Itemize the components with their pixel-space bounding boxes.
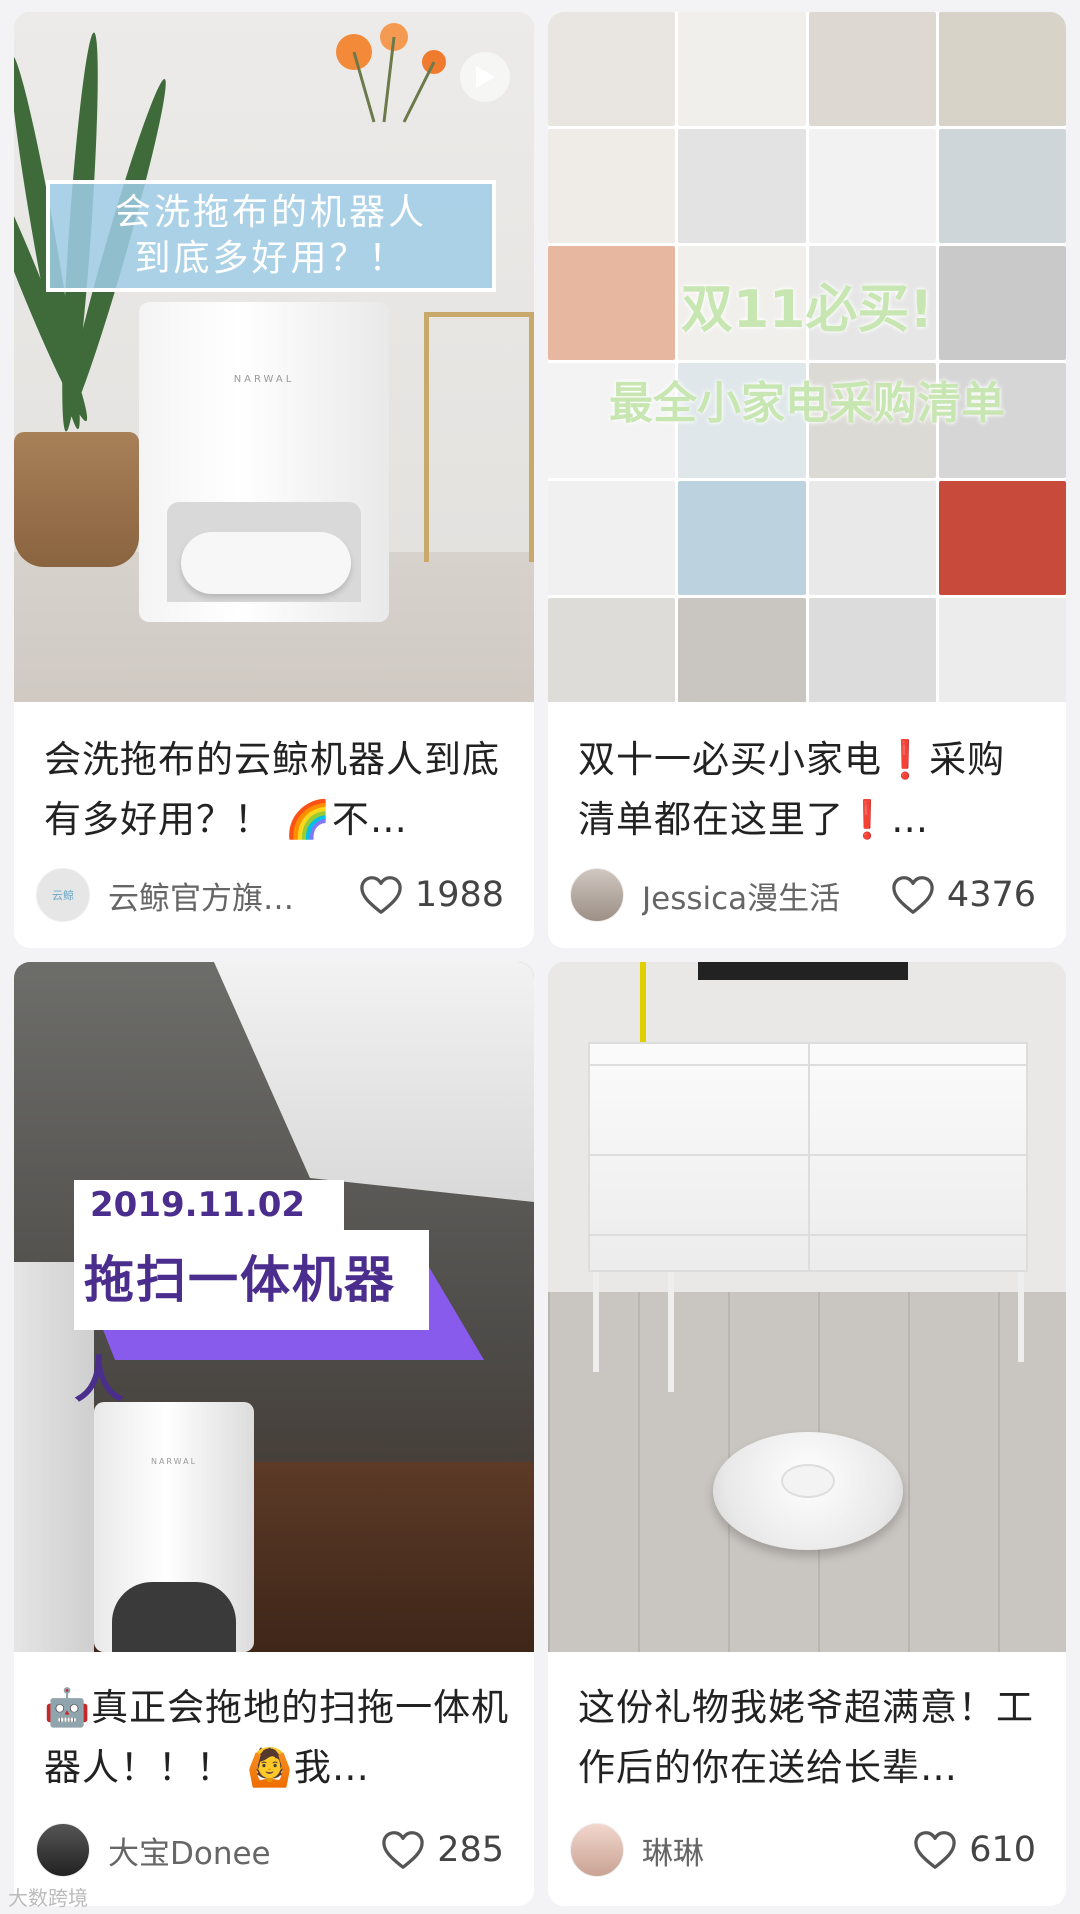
note-title[interactable]: 双十一必买小家电❗️采购清单都在这里了❗️… (578, 730, 1042, 850)
brand-mark: NARWAL (150, 1457, 198, 1466)
like-button[interactable]: 285 (381, 1830, 504, 1870)
note-footer: 云鲸 云鲸官方旗… 1988 (36, 865, 504, 925)
robot-base-station: NARWAL (139, 302, 389, 622)
author-avatar[interactable] (570, 1823, 624, 1877)
note-card[interactable]: 这份礼物我姥爷超满意！工作后的你在送给长辈… 琳琳 610 (548, 962, 1066, 1906)
author-name[interactable]: 云鲸官方旗… (108, 873, 345, 918)
brand-mark: NARWAL (233, 374, 295, 385)
like-count: 4376 (946, 875, 1036, 915)
like-count: 285 (437, 1830, 504, 1870)
note-title[interactable]: 会洗拖布的云鲸机器人到底有多好用？！ 🌈不… (44, 730, 510, 850)
note-feed: NARWAL 会洗拖布的机器人 到底多好用？！ 会洗拖布的云鲸机器人到底有多好用… (0, 0, 1080, 1914)
note-cover-image[interactable]: 双11必买! 最全小家电采购清单 (548, 12, 1066, 702)
note-cover-image[interactable]: NARWAL 拖扫一体机器人 2019.11.02 (14, 962, 534, 1652)
cover-banner-line-2: 到底多好用？！ (134, 238, 408, 279)
avatar-logo-text: 云鲸 (52, 889, 74, 902)
note-footer: Jessica漫生活 4376 (570, 865, 1036, 925)
watermark: 大数跨境 (8, 1886, 88, 1910)
author-name[interactable]: Jessica漫生活 (642, 873, 877, 918)
cover-date-box: 2019.11.02 (74, 1180, 344, 1230)
note-card[interactable]: NARWAL 会洗拖布的机器人 到底多好用？！ 会洗拖布的云鲸机器人到底有多好用… (14, 12, 534, 948)
author-name[interactable]: 大宝Donee (108, 1828, 367, 1873)
like-button[interactable]: 610 (913, 1830, 1036, 1870)
play-icon (476, 66, 495, 88)
robot-vacuum (713, 1432, 903, 1550)
like-count: 610 (969, 1830, 1036, 1870)
note-footer: 大宝Donee 285 (36, 1820, 504, 1880)
like-count: 1988 (414, 875, 504, 915)
like-button[interactable]: 4376 (891, 875, 1036, 915)
heart-outline-icon (892, 876, 934, 914)
heart-outline-icon (360, 876, 402, 914)
note-title[interactable]: 这份礼物我姥爷超满意！工作后的你在送给长辈… (578, 1678, 1042, 1798)
note-title[interactable]: 🤖真正会拖地的扫拖一体机器人！！！ 🙆我… (44, 1678, 510, 1798)
heart-outline-icon (914, 1831, 956, 1869)
note-card[interactable]: 双11必买! 最全小家电采购清单 双十一必买小家电❗️采购清单都在这里了❗️… … (548, 12, 1066, 948)
dresser (588, 1042, 1028, 1272)
cover-date: 2019.11.02 (90, 1185, 306, 1225)
author-avatar[interactable]: 云鲸 (36, 868, 90, 922)
author-avatar[interactable] (36, 1823, 90, 1877)
note-cover-image[interactable] (548, 962, 1066, 1652)
note-card[interactable]: NARWAL 拖扫一体机器人 2019.11.02 🤖真正会拖地的扫拖一体机器人… (14, 962, 534, 1906)
cover-headline: 双11必买! (680, 280, 934, 340)
note-cover-image[interactable]: NARWAL 会洗拖布的机器人 到底多好用？！ (14, 12, 534, 702)
robot-base-station: NARWAL (94, 1402, 254, 1652)
video-play-badge (460, 52, 510, 102)
cover-banner: 会洗拖布的机器人 到底多好用？！ (46, 180, 496, 292)
author-name[interactable]: 琳琳 (642, 1828, 899, 1873)
author-avatar[interactable] (570, 868, 624, 922)
cover-banner-line-1: 会洗拖布的机器人 (114, 192, 427, 233)
note-footer: 琳琳 610 (570, 1820, 1036, 1880)
cover-subheadline: 最全小家电采购清单 (609, 378, 1005, 429)
like-button[interactable]: 1988 (359, 875, 504, 915)
heart-outline-icon (382, 1831, 424, 1869)
cover-title-slab: 拖扫一体机器人 (74, 1230, 429, 1409)
